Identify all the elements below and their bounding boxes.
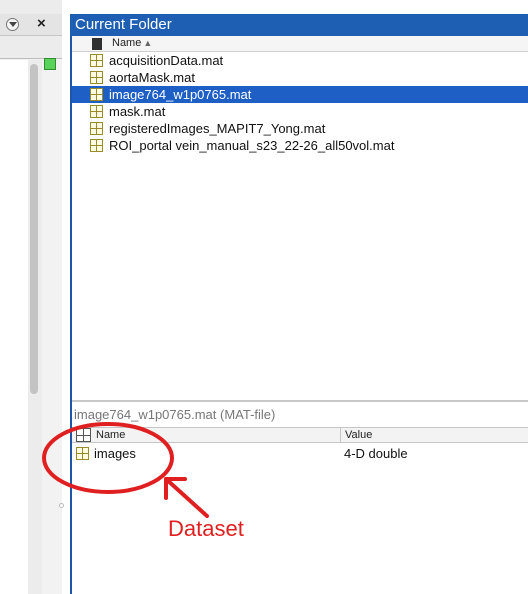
mat-file-icon (90, 88, 103, 101)
status-indicator-icon (44, 58, 56, 70)
file-name[interactable]: registeredImages_MAPIT7_Yong.mat (109, 120, 325, 137)
variable-name-column-label[interactable]: Name (96, 429, 125, 441)
panel-title[interactable]: Current Folder (70, 14, 528, 36)
file-name[interactable]: ROI_portal vein_manual_s23_22-26_all50vo… (109, 137, 394, 154)
file-name[interactable]: acquisitionData.mat (109, 52, 223, 69)
file-row[interactable]: ROI_portal vein_manual_s23_22-26_all50vo… (72, 137, 528, 154)
file-row[interactable]: registeredImages_MAPIT7_Yong.mat (72, 120, 528, 137)
left-scrollbar-thumb[interactable] (30, 64, 38, 394)
variables-column-header[interactable]: Name Value (72, 427, 528, 443)
mat-file-icon (90, 54, 103, 67)
column-divider[interactable] (340, 428, 341, 442)
file-row[interactable]: acquisitionData.mat (72, 52, 528, 69)
sort-ascending-icon: ▲ (143, 38, 153, 48)
mat-file-icon (90, 105, 103, 118)
splitter-handle[interactable] (59, 503, 64, 508)
variable-name[interactable]: images (94, 445, 136, 462)
file-name[interactable]: aortaMask.mat (109, 69, 195, 86)
dropdown-icon[interactable] (6, 18, 19, 31)
annotation-label: Dataset (168, 516, 244, 541)
details-splitter[interactable] (72, 400, 528, 402)
variable-row[interactable]: images 4-D double (72, 445, 528, 462)
variable-grid-icon (76, 428, 91, 442)
mat-file-icon (90, 122, 103, 135)
file-type-icon (92, 38, 102, 50)
left-panel-header: × (0, 14, 62, 36)
close-icon[interactable]: × (37, 15, 46, 32)
variable-icon (76, 447, 89, 460)
left-panel-list (0, 60, 28, 594)
mat-file-icon (90, 71, 103, 84)
variable-value: 4-D double (344, 446, 408, 461)
file-row[interactable]: aortaMask.mat (72, 69, 528, 86)
name-column-label[interactable]: Name ▲ (112, 37, 152, 49)
file-row-selected[interactable]: image764_w1p0765.mat (72, 86, 528, 103)
file-column-header[interactable]: Name ▲ (72, 36, 528, 52)
file-row[interactable]: mask.mat (72, 103, 528, 120)
variable-value-column-label[interactable]: Value (345, 429, 372, 441)
file-name[interactable]: image764_w1p0765.mat (109, 86, 251, 103)
file-name[interactable]: mask.mat (109, 103, 165, 120)
details-title: image764_w1p0765.mat (MAT-file) (74, 407, 276, 422)
mat-file-icon (90, 139, 103, 152)
